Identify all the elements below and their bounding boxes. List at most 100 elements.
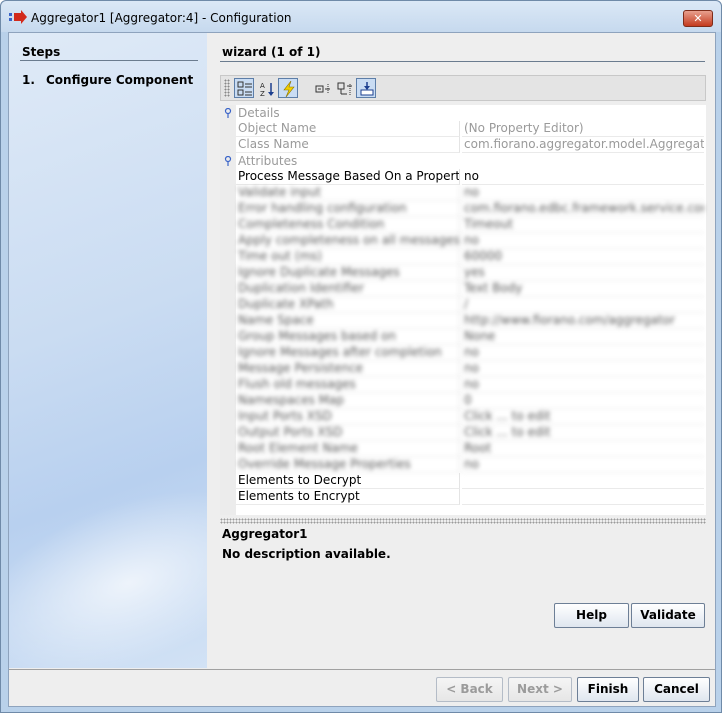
- category-details[interactable]: Details: [220, 105, 706, 121]
- sort-alphabetical-icon: A Z: [260, 82, 274, 97]
- property-value[interactable]: no: [462, 185, 704, 201]
- property-row[interactable]: Class Name com.fiorano.aggregator.model.…: [220, 137, 706, 153]
- property-name: Apply completeness on all messages?: [236, 233, 460, 249]
- description-toggle-icon: [360, 82, 374, 96]
- property-row[interactable]: Validate input no: [220, 185, 706, 201]
- finish-button[interactable]: Finish: [577, 677, 639, 702]
- event-view-button[interactable]: [278, 78, 298, 98]
- property-row[interactable]: Output Ports XSD Click ... to edit: [220, 425, 706, 441]
- category-label: Details: [238, 106, 280, 120]
- property-value[interactable]: Click ... to edit: [462, 409, 704, 425]
- property-row[interactable]: Object Name (No Property Editor): [220, 121, 706, 137]
- lightning-icon: [283, 81, 295, 97]
- footer-divider: [9, 669, 715, 670]
- property-row[interactable]: Ignore Duplicate Messages yes: [220, 265, 706, 281]
- property-row[interactable]: Elements to Decrypt: [220, 473, 706, 489]
- property-value[interactable]: [462, 489, 704, 505]
- category-toggle-icon: [224, 156, 232, 166]
- property-row[interactable]: Root Element Name Root: [220, 441, 706, 457]
- toolbar-grip[interactable]: [224, 79, 230, 97]
- property-value[interactable]: http://www.fiorano.com/aggregator: [462, 313, 704, 329]
- property-name: Namespaces Map: [236, 393, 460, 409]
- property-value[interactable]: Text Body: [462, 281, 704, 297]
- property-value[interactable]: yes: [462, 265, 704, 281]
- steps-divider: [20, 60, 198, 61]
- property-row[interactable]: Input Ports XSD Click ... to edit: [220, 409, 706, 425]
- description-toggle-button[interactable]: [356, 78, 376, 98]
- property-row[interactable]: Apply completeness on all messages? no: [220, 233, 706, 249]
- categorized-view-button[interactable]: [234, 78, 254, 98]
- cancel-button[interactable]: Cancel: [643, 677, 710, 702]
- property-row[interactable]: Namespaces Map 0: [220, 393, 706, 409]
- validate-button[interactable]: Validate: [631, 603, 705, 628]
- property-row[interactable]: Duplication Identifier Text Body: [220, 281, 706, 297]
- property-value[interactable]: no: [462, 377, 704, 393]
- description-title: Aggregator1: [222, 527, 308, 541]
- expand-all-button[interactable]: [312, 78, 332, 98]
- steps-background-swoosh: [9, 453, 207, 668]
- property-name: Group Messages based on: [236, 329, 460, 345]
- next-button[interactable]: Next >: [508, 677, 572, 702]
- close-button[interactable]: ✕: [683, 10, 713, 27]
- property-value[interactable]: no: [462, 345, 704, 361]
- collapse-all-icon: [337, 82, 352, 95]
- property-row[interactable]: Ignore Messages after completion no: [220, 345, 706, 361]
- property-value[interactable]: Root: [462, 441, 704, 457]
- property-value[interactable]: None: [462, 329, 704, 345]
- help-button[interactable]: Help: [554, 603, 629, 628]
- property-name: Output Ports XSD: [236, 425, 460, 441]
- svg-text:A: A: [260, 82, 265, 90]
- configuration-window: Aggregator1 [Aggregator:4] - Configurati…: [0, 0, 722, 713]
- property-value[interactable]: no: [462, 457, 704, 473]
- categorized-view-icon: [237, 81, 252, 96]
- title-bar[interactable]: Aggregator1 [Aggregator:4] - Configurati…: [1, 1, 721, 32]
- property-value[interactable]: 60000: [462, 249, 704, 265]
- property-value[interactable]: /: [462, 297, 704, 313]
- property-name: Object Name: [236, 121, 460, 137]
- window-title: Aggregator1 [Aggregator:4] - Configurati…: [31, 11, 292, 25]
- category-toggle-icon: [224, 108, 232, 118]
- property-row[interactable]: Elements to Encrypt: [220, 489, 706, 505]
- category-attributes[interactable]: Attributes: [220, 153, 706, 169]
- sort-alphabetical-button[interactable]: A Z: [256, 78, 276, 98]
- back-button[interactable]: < Back: [436, 677, 503, 702]
- expand-all-icon: [315, 84, 330, 94]
- property-name: Duplication Identifier: [236, 281, 460, 297]
- property-row[interactable]: Flush old messages no: [220, 377, 706, 393]
- steps-panel: Steps 1. Configure Component: [9, 33, 207, 668]
- property-name: Time out (ms): [236, 249, 460, 265]
- property-value[interactable]: 0: [462, 393, 704, 409]
- property-row[interactable]: Duplicate XPath /: [220, 297, 706, 313]
- collapse-all-button[interactable]: [334, 78, 354, 98]
- property-name: Flush old messages: [236, 377, 460, 393]
- property-value[interactable]: no: [462, 233, 704, 249]
- description-splitter[interactable]: [220, 518, 706, 524]
- wizard-title: wizard (1 of 1): [222, 45, 321, 59]
- property-row[interactable]: Name Space http://www.fiorano.com/aggrega…: [220, 313, 706, 329]
- property-value[interactable]: no: [462, 361, 704, 377]
- property-value[interactable]: Click ... to edit: [462, 425, 704, 441]
- property-name: Root Element Name: [236, 441, 460, 457]
- property-name: Ignore Duplicate Messages: [236, 265, 460, 281]
- property-value[interactable]: Timeout: [462, 217, 704, 233]
- steps-title: Steps: [22, 45, 61, 59]
- property-row[interactable]: Message Persistence no: [220, 361, 706, 377]
- property-name: Message Persistence: [236, 361, 460, 377]
- property-name: Input Ports XSD: [236, 409, 460, 425]
- property-row[interactable]: Override Message Properties no: [220, 457, 706, 473]
- property-row[interactable]: Group Messages based on None: [220, 329, 706, 345]
- property-toolbar: A Z: [220, 75, 706, 101]
- description-text: No description available.: [222, 547, 391, 561]
- property-value[interactable]: com.fiorano.edbc.framework.service.confi…: [462, 201, 704, 217]
- property-value[interactable]: [462, 473, 704, 489]
- step-number: 1.: [22, 73, 35, 87]
- property-value[interactable]: no: [462, 169, 704, 185]
- property-row[interactable]: Process Message Based On a Property no: [220, 169, 706, 185]
- svg-text:Z: Z: [260, 90, 265, 97]
- property-name: Validate input: [236, 185, 460, 201]
- property-name: Elements to Decrypt: [236, 473, 460, 489]
- property-row[interactable]: Time out (ms) 60000: [220, 249, 706, 265]
- property-row[interactable]: Error handling configuration com.fiorano.…: [220, 201, 706, 217]
- property-name: Name Space: [236, 313, 460, 329]
- property-row[interactable]: Completeness Condition Timeout: [220, 217, 706, 233]
